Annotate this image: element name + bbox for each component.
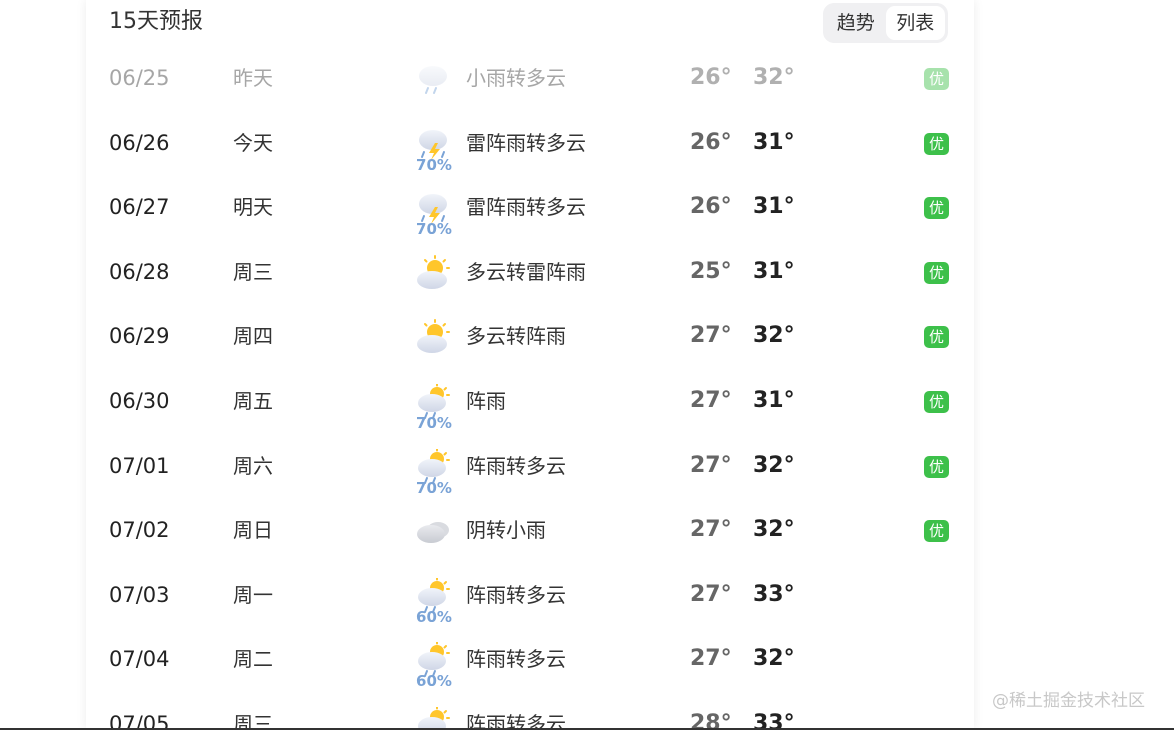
- forecast-row[interactable]: 07/05 周三 阵雨转多云 28° 33°: [86, 693, 974, 728]
- temp-high: 32°: [753, 646, 795, 672]
- temp-low: 26°: [690, 65, 732, 90]
- precipitation-probability: 70%: [416, 414, 452, 432]
- forecast-weekday: 昨天: [233, 66, 273, 90]
- weather-condition: 多云转阵雨: [466, 324, 566, 349]
- temp-low: 27°: [690, 517, 732, 543]
- aqi-badge: 优: [924, 197, 949, 220]
- temp-high: 31°: [753, 194, 795, 220]
- weather-condition: 阵雨转多云: [466, 453, 566, 478]
- forecast-date: 06/30: [109, 389, 170, 413]
- temp-low: 27°: [690, 581, 732, 607]
- forecast-date: 07/05: [109, 712, 170, 728]
- aqi-badge: 优: [924, 132, 949, 155]
- shower-icon: [416, 707, 452, 728]
- temp-low: 27°: [690, 646, 732, 672]
- forecast-date: 07/01: [109, 453, 170, 478]
- forecast-row[interactable]: 07/01 周六 70% 阵雨转多云 27° 32° 优: [86, 435, 974, 499]
- forecast-weekday: 周四: [233, 324, 273, 349]
- partly-cloudy-icon: [416, 319, 452, 355]
- weather-condition: 阵雨转多云: [466, 647, 566, 672]
- temp-high: 33°: [753, 711, 795, 728]
- weather-condition: 雷阵雨转多云: [466, 130, 586, 155]
- precipitation-probability: 60%: [416, 672, 452, 691]
- weather-condition: 小雨转多云: [466, 66, 566, 90]
- forecast-row[interactable]: 06/29 周四 多云转阵雨 27° 32° 优: [86, 305, 974, 369]
- temp-high: 31°: [753, 388, 795, 413]
- forecast-weekday: 周一: [233, 582, 273, 607]
- temp-low: 26°: [690, 129, 732, 155]
- temp-high: 33°: [753, 581, 795, 607]
- aqi-badge: 优: [924, 68, 949, 90]
- aqi-badge: 优: [924, 455, 949, 478]
- forecast-row[interactable]: 07/04 周二 60% 阵雨转多云 27° 32°: [86, 628, 974, 692]
- tab-list[interactable]: 列表: [885, 6, 945, 40]
- partly-cloudy-icon: [416, 254, 452, 291]
- forecast-row[interactable]: 06/30 周五 70% 阵雨 27° 31° 优: [86, 370, 974, 434]
- tab-trend[interactable]: 趋势: [826, 6, 886, 40]
- weather-condition: 阵雨转多云: [466, 712, 566, 728]
- light-rain-icon: [416, 61, 452, 97]
- forecast-weekday: 周五: [233, 389, 273, 413]
- forecast-weekday: 今天: [233, 130, 273, 155]
- forecast-row[interactable]: 07/03 周一 60% 阵雨转多云 27° 33°: [86, 564, 974, 628]
- forecast-date: 06/27: [109, 195, 170, 220]
- precipitation-probability: 60%: [416, 607, 452, 626]
- precipitation-probability: 70%: [416, 220, 452, 239]
- forecast-row[interactable]: 06/26 今天 70% 雷阵雨转多云 26° 31° 优: [86, 112, 974, 176]
- forecast-date: 07/02: [109, 518, 170, 543]
- precipitation-probability: 70%: [416, 155, 452, 174]
- forecast-date: 06/29: [109, 324, 170, 349]
- aqi-badge: 优: [924, 261, 949, 284]
- temp-low: 27°: [690, 323, 732, 349]
- forecast-weekday: 周六: [233, 453, 273, 478]
- temp-high: 31°: [753, 258, 795, 284]
- forecast-date: 07/04: [109, 647, 170, 672]
- forecast-weekday: 周三: [233, 712, 273, 728]
- temp-high: 31°: [753, 129, 795, 155]
- forecast-weekday: 周二: [233, 647, 273, 672]
- forecast-date: 06/28: [109, 259, 170, 284]
- view-toggle: 趋势 列表: [823, 3, 948, 43]
- forecast-weekday: 周日: [233, 518, 273, 543]
- weather-condition: 阵雨转多云: [466, 582, 566, 607]
- weather-condition: 多云转雷阵雨: [466, 259, 586, 284]
- forecast-card: 15天预报 趋势 列表 06/25 昨天 小雨转多云 26° 32° 优 06/26 今天 70…: [86, 0, 974, 728]
- temp-low: 27°: [690, 388, 732, 413]
- temp-high: 32°: [753, 517, 795, 543]
- watermark: @稀土掘金技术社区: [992, 691, 1145, 711]
- forecast-row[interactable]: 06/25 昨天 小雨转多云 26° 32° 优: [86, 47, 974, 111]
- aqi-badge: 优: [924, 326, 949, 349]
- weather-condition: 阵雨: [466, 389, 506, 413]
- page-title: 15天预报: [109, 9, 203, 34]
- forecast-row[interactable]: 07/02 周日 阴转小雨 27° 32° 优: [86, 499, 974, 563]
- forecast-row[interactable]: 06/28 周三 多云转雷阵雨 25° 31° 优: [86, 241, 974, 305]
- precipitation-probability: 70%: [416, 478, 452, 497]
- temp-high: 32°: [753, 323, 795, 349]
- forecast-date: 06/25: [109, 66, 170, 90]
- temp-low: 26°: [690, 194, 732, 220]
- temp-high: 32°: [753, 452, 795, 478]
- temp-low: 28°: [690, 711, 732, 728]
- temp-low: 27°: [690, 452, 732, 478]
- forecast-date: 06/26: [109, 130, 170, 155]
- forecast-weekday: 明天: [233, 195, 273, 220]
- temp-high: 32°: [753, 65, 795, 90]
- temp-low: 25°: [690, 258, 732, 284]
- overcast-icon: [416, 513, 452, 549]
- forecast-date: 07/03: [109, 582, 170, 607]
- forecast-row[interactable]: 06/27 明天 70% 雷阵雨转多云 26° 31° 优: [86, 176, 974, 240]
- forecast-weekday: 周三: [233, 259, 273, 284]
- weather-condition: 雷阵雨转多云: [466, 195, 586, 220]
- aqi-badge: 优: [924, 520, 949, 543]
- aqi-badge: 优: [924, 391, 949, 413]
- weather-condition: 阴转小雨: [466, 518, 546, 543]
